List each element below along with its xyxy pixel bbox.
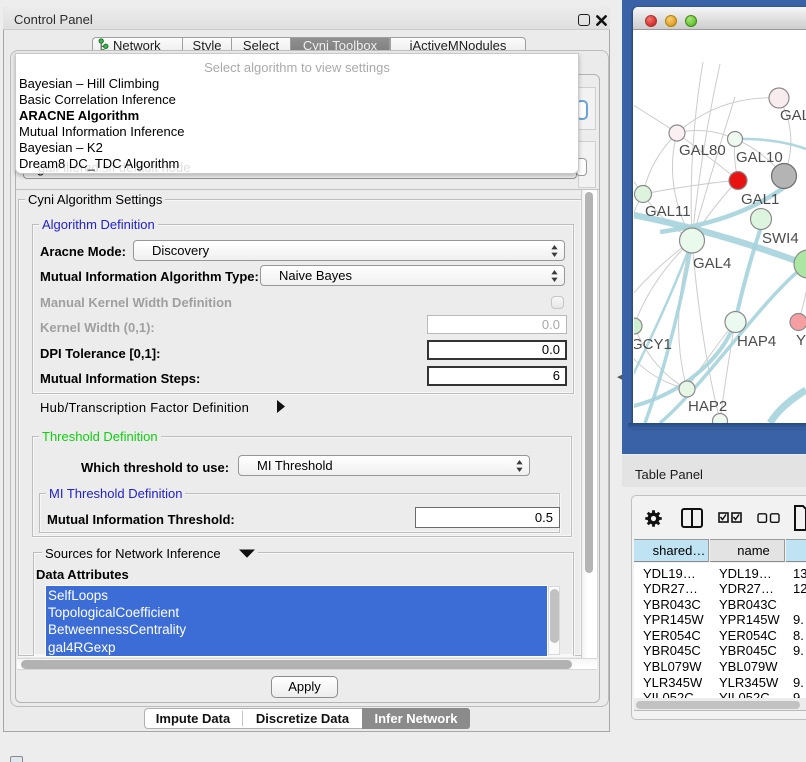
- svg-text:SWI4: SWI4: [762, 230, 799, 247]
- svg-text:GCY1: GCY1: [634, 336, 672, 353]
- svg-text:GAL4: GAL4: [693, 255, 731, 272]
- svg-text:GAL10: GAL10: [736, 149, 783, 166]
- svg-text:HAP4: HAP4: [737, 333, 776, 350]
- svg-text:GAL80: GAL80: [679, 142, 726, 159]
- svg-text:Y: Y: [796, 332, 806, 349]
- svg-text:HAP2: HAP2: [688, 398, 727, 415]
- svg-text:GAL1: GAL1: [741, 191, 779, 208]
- svg-text:GAL11: GAL11: [645, 203, 691, 220]
- svg-text:GAL: GAL: [780, 107, 806, 124]
